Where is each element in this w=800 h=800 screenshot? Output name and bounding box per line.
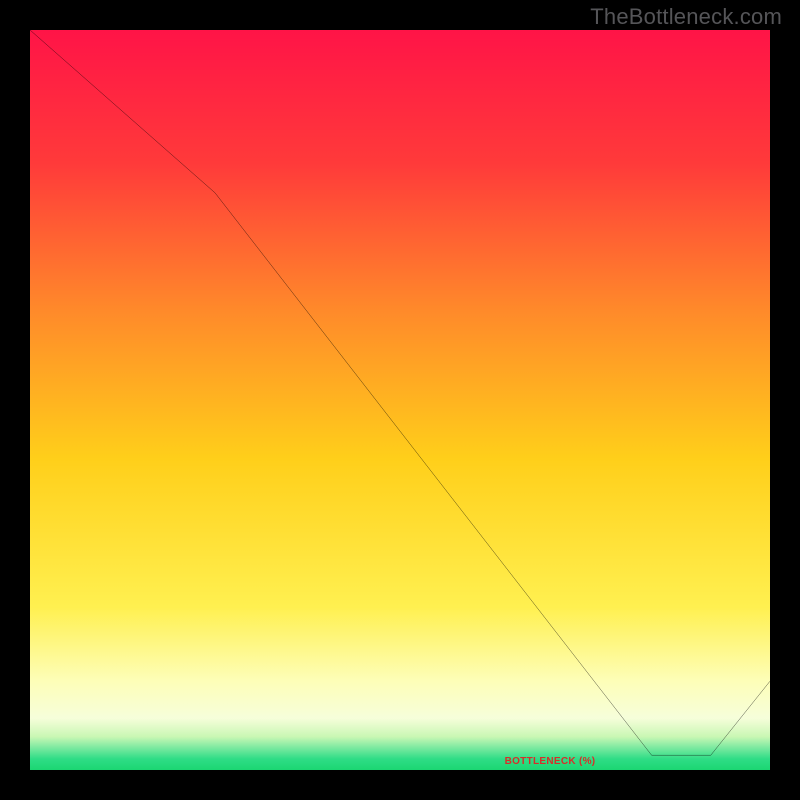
- watermark-text: TheBottleneck.com: [590, 4, 782, 30]
- plot-area: BOTTLENECK (%): [30, 30, 770, 770]
- chart-container: TheBottleneck.com: [0, 0, 800, 800]
- data-line: [30, 30, 770, 770]
